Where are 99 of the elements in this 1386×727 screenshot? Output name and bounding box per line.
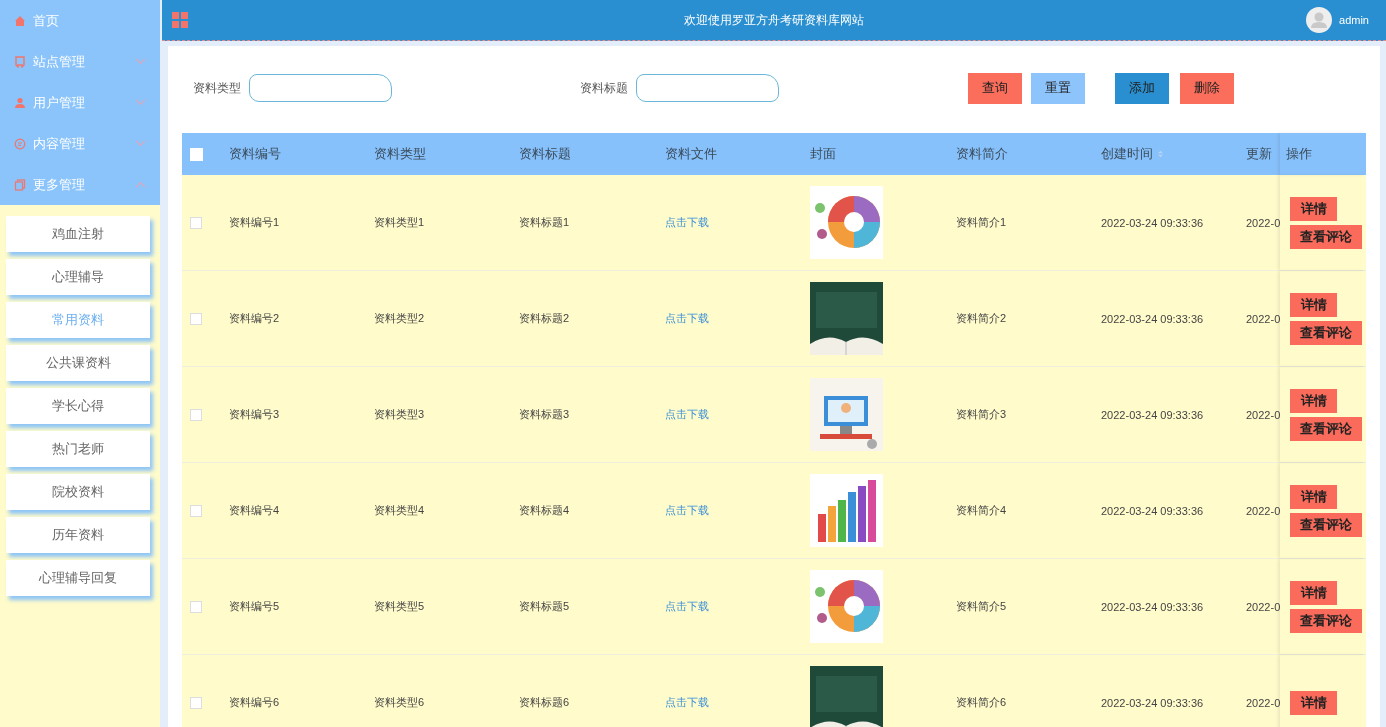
menu-label: 站点管理 — [33, 52, 86, 71]
filter-label: 资料标题 — [580, 79, 628, 97]
column-header: 封面 — [810, 145, 836, 163]
table-cell: 资料标题6 — [519, 695, 570, 710]
download-link[interactable]: 点击下载 — [665, 599, 709, 614]
table-cell: 资料编号1 — [229, 215, 280, 230]
table-cell: 2022-0 — [1246, 216, 1281, 229]
table-cell: 资料编号3 — [229, 407, 280, 422]
details-button[interactable]: 详情 — [1290, 388, 1337, 413]
table-cell: 2022-03-24 09:33:36 — [1101, 504, 1204, 517]
banner-icon — [14, 55, 26, 68]
input-field[interactable] — [249, 74, 392, 102]
details-button[interactable]: 详情 — [1290, 484, 1337, 509]
table-cell: 资料简介2 — [956, 311, 1007, 326]
table-cell: 2022-0 — [1246, 408, 1281, 421]
column-header: 操作 — [1286, 145, 1312, 163]
details-button[interactable]: 详情 — [1290, 292, 1337, 317]
table-cell: 资料类型6 — [374, 695, 425, 710]
comments-button[interactable]: 查看评论 — [1290, 320, 1362, 345]
details-button[interactable]: 详情 — [1290, 580, 1337, 605]
checkbox[interactable] — [190, 504, 202, 517]
table-cell: 资料简介1 — [956, 215, 1007, 230]
submenu-item[interactable]: 热门老师 — [6, 431, 150, 467]
column-header: 资料编号 — [229, 145, 281, 163]
submenu-item[interactable]: 院校资料 — [6, 474, 150, 510]
table-cell: 资料标题1 — [519, 215, 570, 230]
table-cell: 2022-0 — [1246, 696, 1281, 709]
menu-label: 用户管理 — [33, 93, 86, 112]
checkbox[interactable] — [190, 312, 202, 325]
submenu-item[interactable]: 学长心得 — [6, 388, 150, 424]
comments-button[interactable]: 查看评论 — [1290, 512, 1362, 537]
chat-icon — [14, 137, 26, 150]
search-button[interactable]: 查询 — [968, 72, 1022, 104]
table-cell: 资料编号5 — [229, 599, 280, 614]
submenu-item[interactable]: 心理辅导回复 — [6, 560, 150, 596]
table-cell: 资料类型5 — [374, 599, 425, 614]
comments-button[interactable]: 查看评论 — [1290, 224, 1362, 249]
table-cell: 资料类型1 — [374, 215, 425, 230]
table-cell: 资料标题2 — [519, 311, 570, 326]
user-name: admin — [1339, 14, 1369, 26]
checkbox[interactable] — [190, 216, 202, 229]
avatar-icon[interactable] — [1306, 7, 1333, 33]
reset-button[interactable]: 重置 — [1031, 72, 1085, 104]
table-cell: 2022-03-24 09:33:36 — [1101, 312, 1204, 325]
site-title: 欢迎使用罗亚方舟考研资料库网站 — [684, 11, 864, 29]
submenu-item[interactable]: 公共课资料 — [6, 345, 150, 381]
table-cell: 资料编号6 — [229, 695, 280, 710]
user-icon — [14, 96, 26, 109]
table-cell: 资料简介4 — [956, 503, 1007, 518]
checkbox[interactable] — [190, 408, 202, 421]
grid-icon[interactable] — [172, 12, 188, 28]
menu-label: 更多管理 — [33, 175, 86, 194]
column-header: 资料简介 — [956, 145, 1008, 163]
table-cell: 资料编号4 — [229, 503, 280, 518]
submenu-item[interactable]: 心理辅导 — [6, 259, 150, 295]
table-cell: 2022-03-24 09:33:36 — [1101, 216, 1204, 229]
table-cell: 资料简介5 — [956, 599, 1007, 614]
table-cell: 资料类型2 — [374, 311, 425, 326]
column-header: 资料文件 — [665, 145, 717, 163]
table-cell: 2022-03-24 09:33:36 — [1101, 408, 1204, 421]
download-link[interactable]: 点击下载 — [665, 695, 709, 710]
table-cell: 资料简介6 — [956, 695, 1007, 710]
submenu-item[interactable]: 鸡血注射 — [6, 216, 150, 252]
table-cell: 资料标题5 — [519, 599, 570, 614]
input-field[interactable] — [636, 74, 779, 102]
table-cell: 资料编号2 — [229, 311, 280, 326]
menu-label: 内容管理 — [33, 134, 86, 153]
filter-label: 资料类型 — [193, 79, 241, 97]
home-icon — [14, 14, 26, 27]
table-cell: 2022-03-24 09:33:36 — [1101, 600, 1204, 613]
table-cell: 资料标题4 — [519, 503, 570, 518]
table-cell: 资料标题3 — [519, 407, 570, 422]
column-header: 资料类型 — [374, 145, 426, 163]
comments-button[interactable]: 查看评论 — [1290, 416, 1362, 441]
column-header: 资料标题 — [519, 145, 571, 163]
column-header: 更新 — [1246, 145, 1272, 163]
table-cell: 资料简介3 — [956, 407, 1007, 422]
checkbox[interactable] — [190, 696, 202, 709]
add-button[interactable]: 添加 — [1115, 72, 1169, 104]
table-cell: 资料类型3 — [374, 407, 425, 422]
details-button[interactable]: 详情 — [1290, 196, 1337, 221]
table-cell: 资料类型4 — [374, 503, 425, 518]
delete-button[interactable]: 删除 — [1180, 72, 1234, 104]
comments-button[interactable]: 查看评论 — [1290, 608, 1362, 633]
copy-icon — [14, 178, 26, 191]
sort-icon[interactable] — [1158, 150, 1163, 158]
details-button[interactable]: 详情 — [1290, 690, 1337, 715]
table-cell: 2022-0 — [1246, 312, 1281, 325]
checkbox[interactable] — [190, 600, 202, 613]
download-link[interactable]: 点击下载 — [665, 503, 709, 518]
download-link[interactable]: 点击下载 — [665, 215, 709, 230]
submenu-item[interactable]: 历年资料 — [6, 517, 150, 553]
table-cell: 2022-0 — [1246, 504, 1281, 517]
table-cell: 2022-0 — [1246, 600, 1281, 613]
menu-label: 首页 — [33, 11, 60, 30]
download-link[interactable]: 点击下载 — [665, 407, 709, 422]
table-cell: 2022-03-24 09:33:36 — [1101, 696, 1204, 709]
download-link[interactable]: 点击下载 — [665, 311, 709, 326]
column-header: 创建时间 — [1101, 145, 1153, 163]
